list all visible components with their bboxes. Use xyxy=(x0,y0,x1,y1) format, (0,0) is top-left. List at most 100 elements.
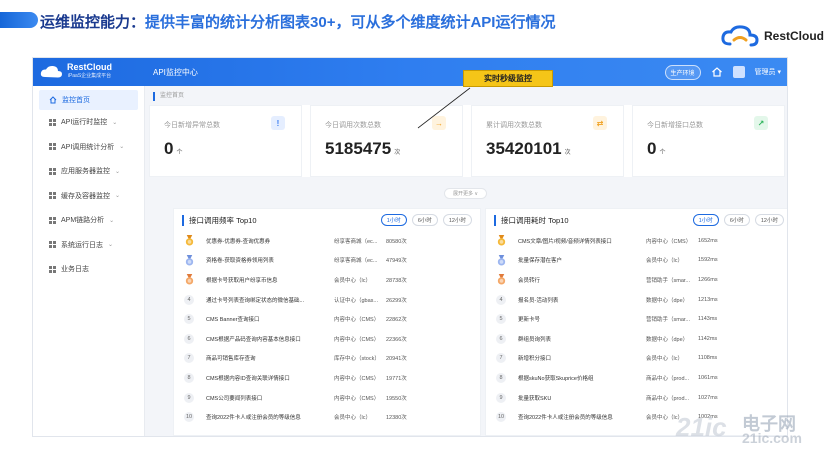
table-row[interactable]: 6 CMS根据产品码查询内容基本信息接口 内容中心（CMS） 22366次 xyxy=(174,329,480,349)
slide-title-sub: 提供丰富的统计分析图表30+，可从多个维度统计API运行情况 xyxy=(145,14,556,31)
table-row[interactable]: 8 根据skuNo获取Skuprice价格组 商品中心（prod... 1061ms xyxy=(486,368,787,388)
grid-icon xyxy=(49,265,56,273)
stat-card-total-calls: 累计调用次数总数 35420101 次 ⇄ xyxy=(471,105,624,177)
stat-label: 今日调用次数总数 xyxy=(325,122,381,129)
system-name: 认证中心（gbas... xyxy=(334,297,379,304)
metric-value: 1143ms xyxy=(698,316,718,323)
table-row[interactable]: 7 商品可销售库存查询 库存中心（stock） 20941次 xyxy=(174,349,480,369)
chevron-down-icon: ⌄ xyxy=(115,193,121,200)
gold-medal-icon xyxy=(497,235,506,246)
api-name: CMS文章/图片/视频/音频详情列表接口 xyxy=(518,238,612,245)
system-name: 内容中心（CMS） xyxy=(334,375,380,382)
sidebar-item-system-log[interactable]: 系统运行日志 ⌄ xyxy=(33,233,144,258)
sidebar-item-business-log[interactable]: 业务日志 xyxy=(33,257,144,282)
table-row[interactable]: 批量保存潜在客户 会员中心（lc） 1592ms xyxy=(486,251,787,271)
stat-label: 今日新增异常总数 xyxy=(164,122,220,129)
app-logo[interactable]: RestCloud iPaaS企业集成平台 xyxy=(33,63,145,81)
table-row[interactable]: 5 更新卡号 营销助手（smar... 1143ms xyxy=(486,309,787,329)
api-name: 批量保存潜在客户 xyxy=(518,258,563,265)
tab-6h[interactable]: 6小时 xyxy=(411,214,438,226)
panel-title: 接口调用耗时 Top10 xyxy=(494,214,569,226)
metric-value: 12380次 xyxy=(386,415,407,422)
tab-1h[interactable]: 1小时 xyxy=(380,214,407,226)
table-body: 优惠券-优惠券-查询优惠券 纷享客商城（ec... 80580次 资格卷-获取资格券领… xyxy=(174,231,480,427)
table-row[interactable]: 9 CMS公司要闻列表接口 内容中心（CMS） 19550次 xyxy=(174,388,480,408)
admin-menu[interactable]: 管理员 ▾ xyxy=(755,67,781,77)
system-name: 数据中心（dpe） xyxy=(646,297,689,304)
rank-badge: 4 xyxy=(496,294,506,305)
sidebar-item-monitor-home[interactable]: 监控首页 xyxy=(39,90,138,110)
sidebar-item-label: 应用服务器监控 xyxy=(61,168,110,176)
table-row[interactable]: 优惠券-优惠券-查询优惠券 纷享客商城（ec... 80580次 xyxy=(174,231,480,251)
api-name: 查询2022件卡人或注册会员的等级信息 xyxy=(518,415,613,422)
table-row[interactable]: 9 批量获取SKU 商品中心（prod... 1027ms xyxy=(486,388,787,408)
table-row[interactable]: 4 通过卡号列表查询绑定状态的微信基础... 认证中心（gbas... 26299次 xyxy=(174,290,480,310)
rank-badge: 7 xyxy=(184,353,194,364)
brand: RestCloud xyxy=(720,24,824,48)
table-row[interactable]: 会员转行 营销助手（smar... 1266ms xyxy=(486,270,787,290)
tab-6h[interactable]: 6小时 xyxy=(723,214,750,226)
api-name: CMS根据产品码查询内容基本信息接口 xyxy=(206,336,301,343)
metric-value: 1061ms xyxy=(698,374,718,381)
system-name: 会员中心（lc） xyxy=(646,356,683,363)
home-icon[interactable] xyxy=(711,66,723,78)
sidebar-item-apm[interactable]: APM链路分析 ⌄ xyxy=(33,208,144,233)
table-row[interactable]: 5 CMS Banner查询接口 内容中心（CMS） 22862次 xyxy=(174,309,480,329)
sidebar-item-cache-container[interactable]: 缓存及容器监控 ⌄ xyxy=(33,184,144,209)
system-name: 内容中心（CMS） xyxy=(334,395,380,402)
table-row[interactable]: 4 报名员-活动列表 数据中心（dpe） 1213ms xyxy=(486,290,787,310)
app-logo-name: RestCloud xyxy=(67,62,112,72)
swap-icon: ⇄ xyxy=(593,116,607,130)
grid-icon xyxy=(49,118,56,126)
sidebar-item-label: 业务日志 xyxy=(61,266,89,274)
stat-value: 5185475 次 xyxy=(325,139,401,158)
environment-badge[interactable]: 生产环境 xyxy=(664,64,701,80)
chevron-down-icon: ⌄ xyxy=(115,168,121,175)
table-row[interactable]: 7 新增积分接口 会员中心（lc） 1108ms xyxy=(486,349,787,369)
sidebar-item-label: 系统运行日志 xyxy=(61,241,103,249)
arrow-right-icon: → xyxy=(432,116,446,130)
tab-1h[interactable]: 1小时 xyxy=(692,214,719,226)
silver-medal-icon xyxy=(497,254,506,266)
table-row[interactable]: 6 群组员询列表 数据中心（dpe） 1142ms xyxy=(486,329,787,349)
table-row[interactable]: 8 CMS根据内容ID查询关联详情接口 内容中心（CMS） 19771次 xyxy=(174,368,480,388)
callout-realtime: 实时秒级监控 xyxy=(463,70,553,87)
table-row[interactable]: CMS文章/图片/视频/音频详情列表接口 内容中心（CMS） 1652ms xyxy=(486,231,787,251)
trend-up-icon: ↗ xyxy=(754,116,768,130)
metric-value: 19550次 xyxy=(386,395,407,402)
chevron-down-icon: ⌄ xyxy=(112,119,118,126)
bronze-medal-icon xyxy=(497,274,506,286)
metric-value: 26299次 xyxy=(386,297,407,304)
gold-medal-icon xyxy=(185,235,194,246)
table-row[interactable]: 10 查询2022件卡人或注册会员的等级信息 会员中心（lc） 12380次 xyxy=(174,407,480,427)
bronze-medal-icon xyxy=(185,274,194,286)
tab-12h[interactable]: 12小时 xyxy=(442,214,472,226)
expand-more-button[interactable]: 展开更多 ∨ xyxy=(444,188,488,199)
api-name: CMS公司要闻列表接口 xyxy=(206,395,263,402)
sidebar-item-app-server[interactable]: 应用服务器监控 ⌄ xyxy=(33,159,144,184)
system-name: 会员中心（lc） xyxy=(334,277,371,284)
metric-value: 28738次 xyxy=(386,277,407,284)
silver-medal-icon xyxy=(185,254,194,266)
watermark-prefix: 21ic xyxy=(676,412,727,442)
table-row[interactable]: 资格卷-获取资格券领用列表 纷享客商城（ec... 47949次 xyxy=(174,251,480,271)
stats-row: 今日新增异常总数 0个 ! 今日调用次数总数 5185475 次 → 累计调用次数… xyxy=(149,105,785,177)
avatar[interactable] xyxy=(732,66,745,78)
grid-icon xyxy=(49,143,56,151)
sidebar-item-api-runtime[interactable]: API运行时监控 ⌄ xyxy=(33,110,144,135)
api-name: 资格卷-获取资格券领用列表 xyxy=(206,258,274,265)
tab-12h[interactable]: 12小时 xyxy=(754,214,784,226)
system-name: 会员中心（lc） xyxy=(334,415,371,422)
slide-title-main: 运维监控能力： xyxy=(40,14,146,31)
grid-icon xyxy=(49,241,56,249)
rank-badge: 10 xyxy=(496,412,506,423)
rank-badge: 8 xyxy=(184,372,194,383)
slide-title-bar xyxy=(0,12,38,28)
api-name: 报名员-活动列表 xyxy=(518,297,559,304)
api-name: 更新卡号 xyxy=(518,317,541,324)
sidebar-item-api-stats[interactable]: API调用统计分析 ⌄ xyxy=(33,135,144,160)
sidebar-item-label: 缓存及容器监控 xyxy=(61,192,110,200)
table-row[interactable]: 根据卡号获取用户纷享币信息 会员中心（lc） 28738次 xyxy=(174,270,480,290)
api-name: CMS根据内容ID查询关联详情接口 xyxy=(206,375,290,382)
system-name: 内容中心（CMS） xyxy=(334,317,380,324)
